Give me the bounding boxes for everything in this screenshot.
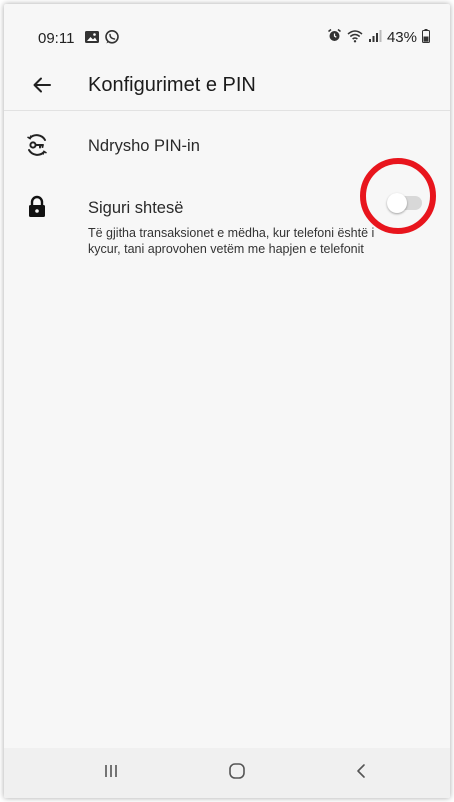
status-right: 43% [327,28,430,47]
status-left-icons [84,29,120,49]
status-time: 09:11 [38,30,75,47]
battery-percent: 43% [386,29,417,46]
back-nav-button[interactable] [346,760,376,786]
signal-icon [368,29,382,47]
whatsapp-icon [104,29,120,49]
wifi-icon [347,29,363,47]
extra-security-description: Të gjitha transaksionet e mëdha, kur tel… [88,226,375,256]
app-bar: Konfigurimet e PIN [4,64,450,110]
page-title: Konfigurimet e PIN [88,74,256,96]
phone-screen: 09:11 43% Konfigurimet e PIN Ndrysho PIN… [4,4,450,798]
home-icon [228,762,246,785]
header-divider [4,110,450,111]
battery-icon [422,28,430,47]
lock-icon [24,194,50,220]
back-icon [354,763,368,784]
alarm-icon [327,28,342,47]
change-pin-label: Ndrysho PIN-in [88,137,200,155]
recents-icon [103,763,119,784]
home-button[interactable] [222,760,252,786]
arrow-left-icon [32,76,52,99]
key-rotate-icon [24,132,50,158]
gallery-icon [84,29,100,49]
back-button[interactable] [28,74,56,100]
status-bar: 09:11 43% [4,4,450,68]
recents-button[interactable] [96,760,126,786]
extra-security-label: Siguri shtesë [88,199,184,217]
navigation-bar [4,748,450,798]
highlight-circle-annotation [360,158,436,234]
